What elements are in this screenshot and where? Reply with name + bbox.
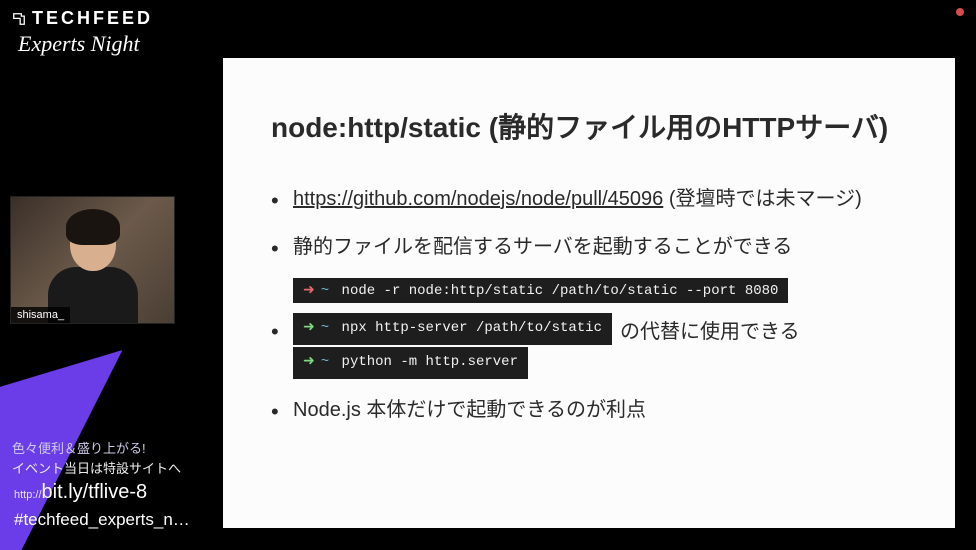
bullet-github-link: https://github.com/nodejs/node/pull/4509… <box>271 182 907 216</box>
terminal-line: ➜ ~ npx http-server /path/to/static <box>293 313 612 345</box>
prompt-arrow-icon: ➜ <box>303 354 315 370</box>
alternative-suffix: の代替に使用できる <box>620 315 800 349</box>
terminal-line: ➜ ~ python -m http.server <box>293 347 528 379</box>
url-main: bit.ly/tflive-8 <box>42 481 148 503</box>
prompt-arrow-icon: ➜ <box>303 320 315 336</box>
command-text: npx http-server /path/to/static <box>342 320 602 336</box>
prompt-tilde-icon: ~ <box>321 283 329 299</box>
merge-status-note: (登壇時では未マージ) <box>663 188 861 210</box>
bullet-list: https://github.com/nodejs/node/pull/4509… <box>271 182 907 427</box>
brand-logo: TECHFEED <box>12 8 153 29</box>
bullet-description: 静的ファイルを配信するサーバを起動することができる <box>271 230 907 264</box>
bullet-advantage: Node.js 本体だけで起動できるのが利点 <box>271 393 907 427</box>
github-pr-link[interactable]: https://github.com/nodejs/node/pull/4509… <box>293 188 663 210</box>
stream-header: TECHFEED Experts Night <box>12 8 153 57</box>
speaker-webcam: shisama_ <box>10 196 175 324</box>
event-subtitle: Experts Night <box>18 31 153 57</box>
url-scheme: http:// <box>14 489 42 501</box>
promo-line-1: 色々便利＆盛り上がる! <box>12 439 181 459</box>
prompt-arrow-icon: ➜ <box>303 283 315 299</box>
promo-text: 色々便利＆盛り上がる! イベント当日は特設サイトへ <box>12 439 181 478</box>
slide-title: node:http/static (静的ファイル用のHTTPサーバ) <box>271 106 907 146</box>
prompt-tilde-icon: ~ <box>321 320 329 336</box>
presentation-slide: node:http/static (静的ファイル用のHTTPサーバ) https… <box>223 58 955 528</box>
promo-link[interactable]: http://bit.ly/tflive-8 <box>14 481 147 504</box>
prompt-tilde-icon: ~ <box>321 354 329 370</box>
speaker-name-label: shisama_ <box>11 307 70 323</box>
techfeed-icon <box>12 12 26 26</box>
terminal-line: ➜ ~ node -r node:http/static /path/to/sta… <box>293 278 788 303</box>
command-text: python -m http.server <box>342 354 518 370</box>
promo-line-2: イベント当日は特設サイトへ <box>12 459 181 479</box>
brand-name: TECHFEED <box>32 8 153 29</box>
recording-indicator-icon <box>956 8 964 16</box>
bullet-alternative: ➜ ~ npx http-server /path/to/static ➜ ~ py… <box>271 313 907 379</box>
alternative-commands: ➜ ~ npx http-server /path/to/static ➜ ~ py… <box>293 313 612 379</box>
command-text: node -r node:http/static /path/to/static… <box>342 283 779 299</box>
command-example-1: ➜ ~ node -r node:http/static /path/to/sta… <box>293 278 907 303</box>
hashtag: #techfeed_experts_n… <box>14 510 190 530</box>
